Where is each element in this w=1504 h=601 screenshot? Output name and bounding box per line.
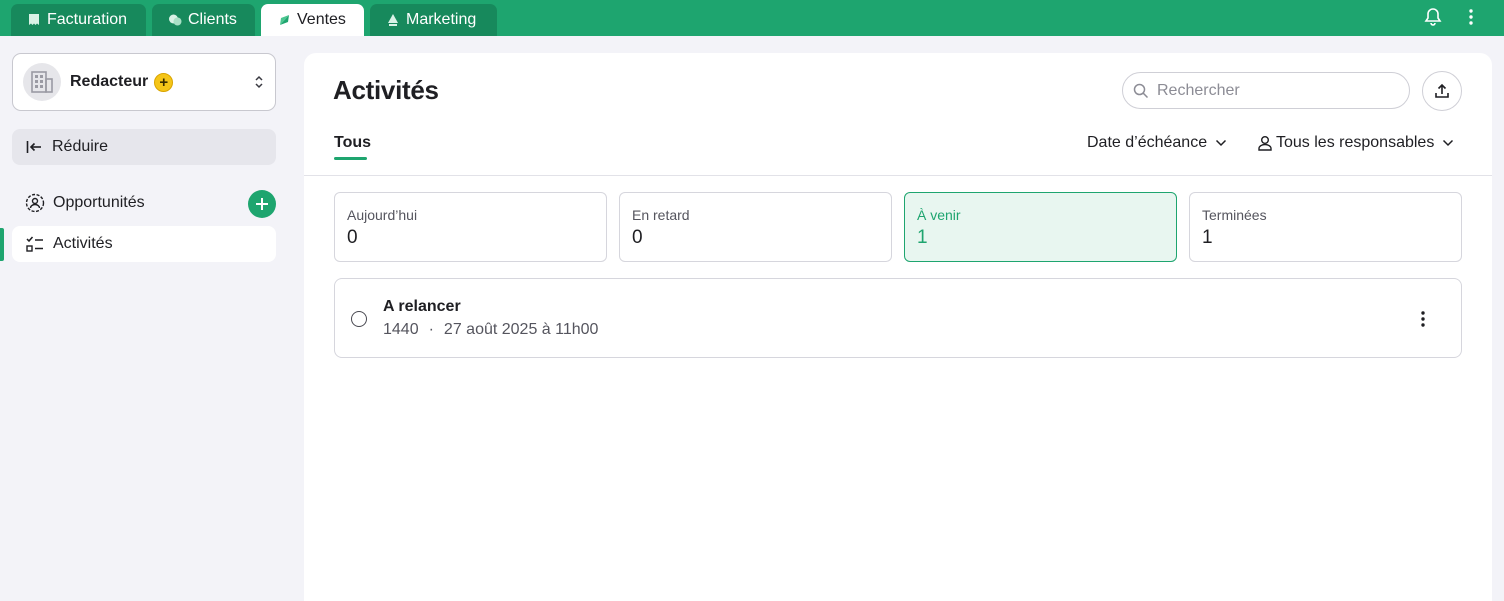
active-indicator xyxy=(0,228,4,261)
activities-icon xyxy=(26,236,43,252)
plus-icon xyxy=(256,198,268,210)
sidebar-item-label: Activités xyxy=(53,235,113,252)
activity-menu-button[interactable] xyxy=(1411,307,1435,331)
active-tab-underline xyxy=(334,157,367,160)
tab-facturation[interactable]: Facturation xyxy=(11,4,146,36)
activity-due-date: 27 août 2025 à 11h00 xyxy=(443,321,599,338)
summary-card-completed[interactable]: Terminées 1 xyxy=(1189,192,1462,262)
tab-marketing[interactable]: Marketing xyxy=(370,4,497,36)
list-item[interactable]: A relancer 1440 · 27 août 2025 à 11h00 xyxy=(334,278,1462,358)
due-date-filter[interactable]: Date d’échéance xyxy=(1087,134,1227,152)
sidebar-item-opportunites[interactable]: Opportunités xyxy=(12,185,276,221)
marketing-icon xyxy=(388,14,398,26)
collapse-icon xyxy=(26,141,41,153)
invoice-icon xyxy=(29,14,39,25)
separator: · xyxy=(428,321,434,338)
chevron-up-down-icon xyxy=(255,75,263,89)
main-panel: Activités Tous Date d’échéance Tous les … xyxy=(304,53,1492,601)
export-button[interactable] xyxy=(1422,71,1462,111)
summary-card-label: Aujourd’hui xyxy=(347,207,418,223)
search-icon xyxy=(1133,83,1149,98)
top-bar: Facturation Clients Ventes Marketing xyxy=(0,0,1504,36)
search-input[interactable] xyxy=(1157,81,1397,100)
owner-filter-label: Tous les responsables xyxy=(1276,134,1435,151)
activity-meta: 1440 · 27 août 2025 à 11h00 xyxy=(383,321,598,339)
search-box[interactable] xyxy=(1122,72,1410,109)
chevron-down-icon xyxy=(1216,139,1227,147)
collapse-label: Réduire xyxy=(52,138,109,155)
summary-card-label: À venir xyxy=(917,207,961,223)
building-icon xyxy=(31,71,53,93)
organization-name: Redacteur xyxy=(70,73,149,90)
collapse-sidebar-button[interactable]: Réduire xyxy=(12,129,276,165)
page-title: Activités xyxy=(333,75,439,105)
plus-badge: + xyxy=(154,72,174,92)
avatar xyxy=(23,63,61,101)
chevron-down-icon xyxy=(1443,139,1454,147)
bell-icon xyxy=(1424,8,1442,26)
activity-title: A relancer xyxy=(383,298,461,315)
opportunities-icon xyxy=(25,193,45,213)
summary-card-value: 0 xyxy=(347,227,358,248)
tab-clients[interactable]: Clients xyxy=(152,4,255,36)
summary-card-late[interactable]: En retard 0 xyxy=(619,192,892,262)
add-opportunity-button[interactable] xyxy=(248,190,276,218)
summary-card-value: 0 xyxy=(632,227,643,248)
upload-icon xyxy=(1435,83,1449,98)
tab-label: Ventes xyxy=(297,11,346,28)
more-vertical-icon xyxy=(1421,311,1425,327)
tab-tous[interactable]: Tous xyxy=(334,134,371,152)
sidebar-item-label: Opportunités xyxy=(53,194,145,211)
divider xyxy=(304,175,1492,176)
summary-card-label: En retard xyxy=(632,207,690,223)
sidebar-item-activites[interactable]: Activités xyxy=(12,226,276,262)
user-icon xyxy=(1258,136,1272,151)
due-date-filter-label: Date d’échéance xyxy=(1087,134,1208,151)
summary-card-today[interactable]: Aujourd’hui 0 xyxy=(334,192,607,262)
sales-icon xyxy=(280,15,289,25)
summary-card-value: 1 xyxy=(917,227,928,248)
summary-card-value: 1 xyxy=(1202,227,1213,248)
complete-activity-radio[interactable] xyxy=(351,311,367,327)
activity-reference: 1440 xyxy=(383,321,419,338)
clients-icon xyxy=(169,14,182,26)
owner-filter[interactable]: Tous les responsables xyxy=(1258,134,1454,152)
more-vertical-icon xyxy=(1469,9,1473,25)
tab-label: Facturation xyxy=(47,11,128,28)
tab-label: Clients xyxy=(188,11,237,28)
tab-ventes[interactable]: Ventes xyxy=(261,4,364,36)
notifications-button[interactable] xyxy=(1421,5,1445,29)
summary-card-label: Terminées xyxy=(1202,207,1267,223)
organization-selector[interactable]: Redacteur + xyxy=(12,53,276,111)
more-menu-button[interactable] xyxy=(1459,5,1483,29)
summary-card-upcoming[interactable]: À venir 1 xyxy=(904,192,1177,262)
tab-label: Marketing xyxy=(406,11,477,28)
